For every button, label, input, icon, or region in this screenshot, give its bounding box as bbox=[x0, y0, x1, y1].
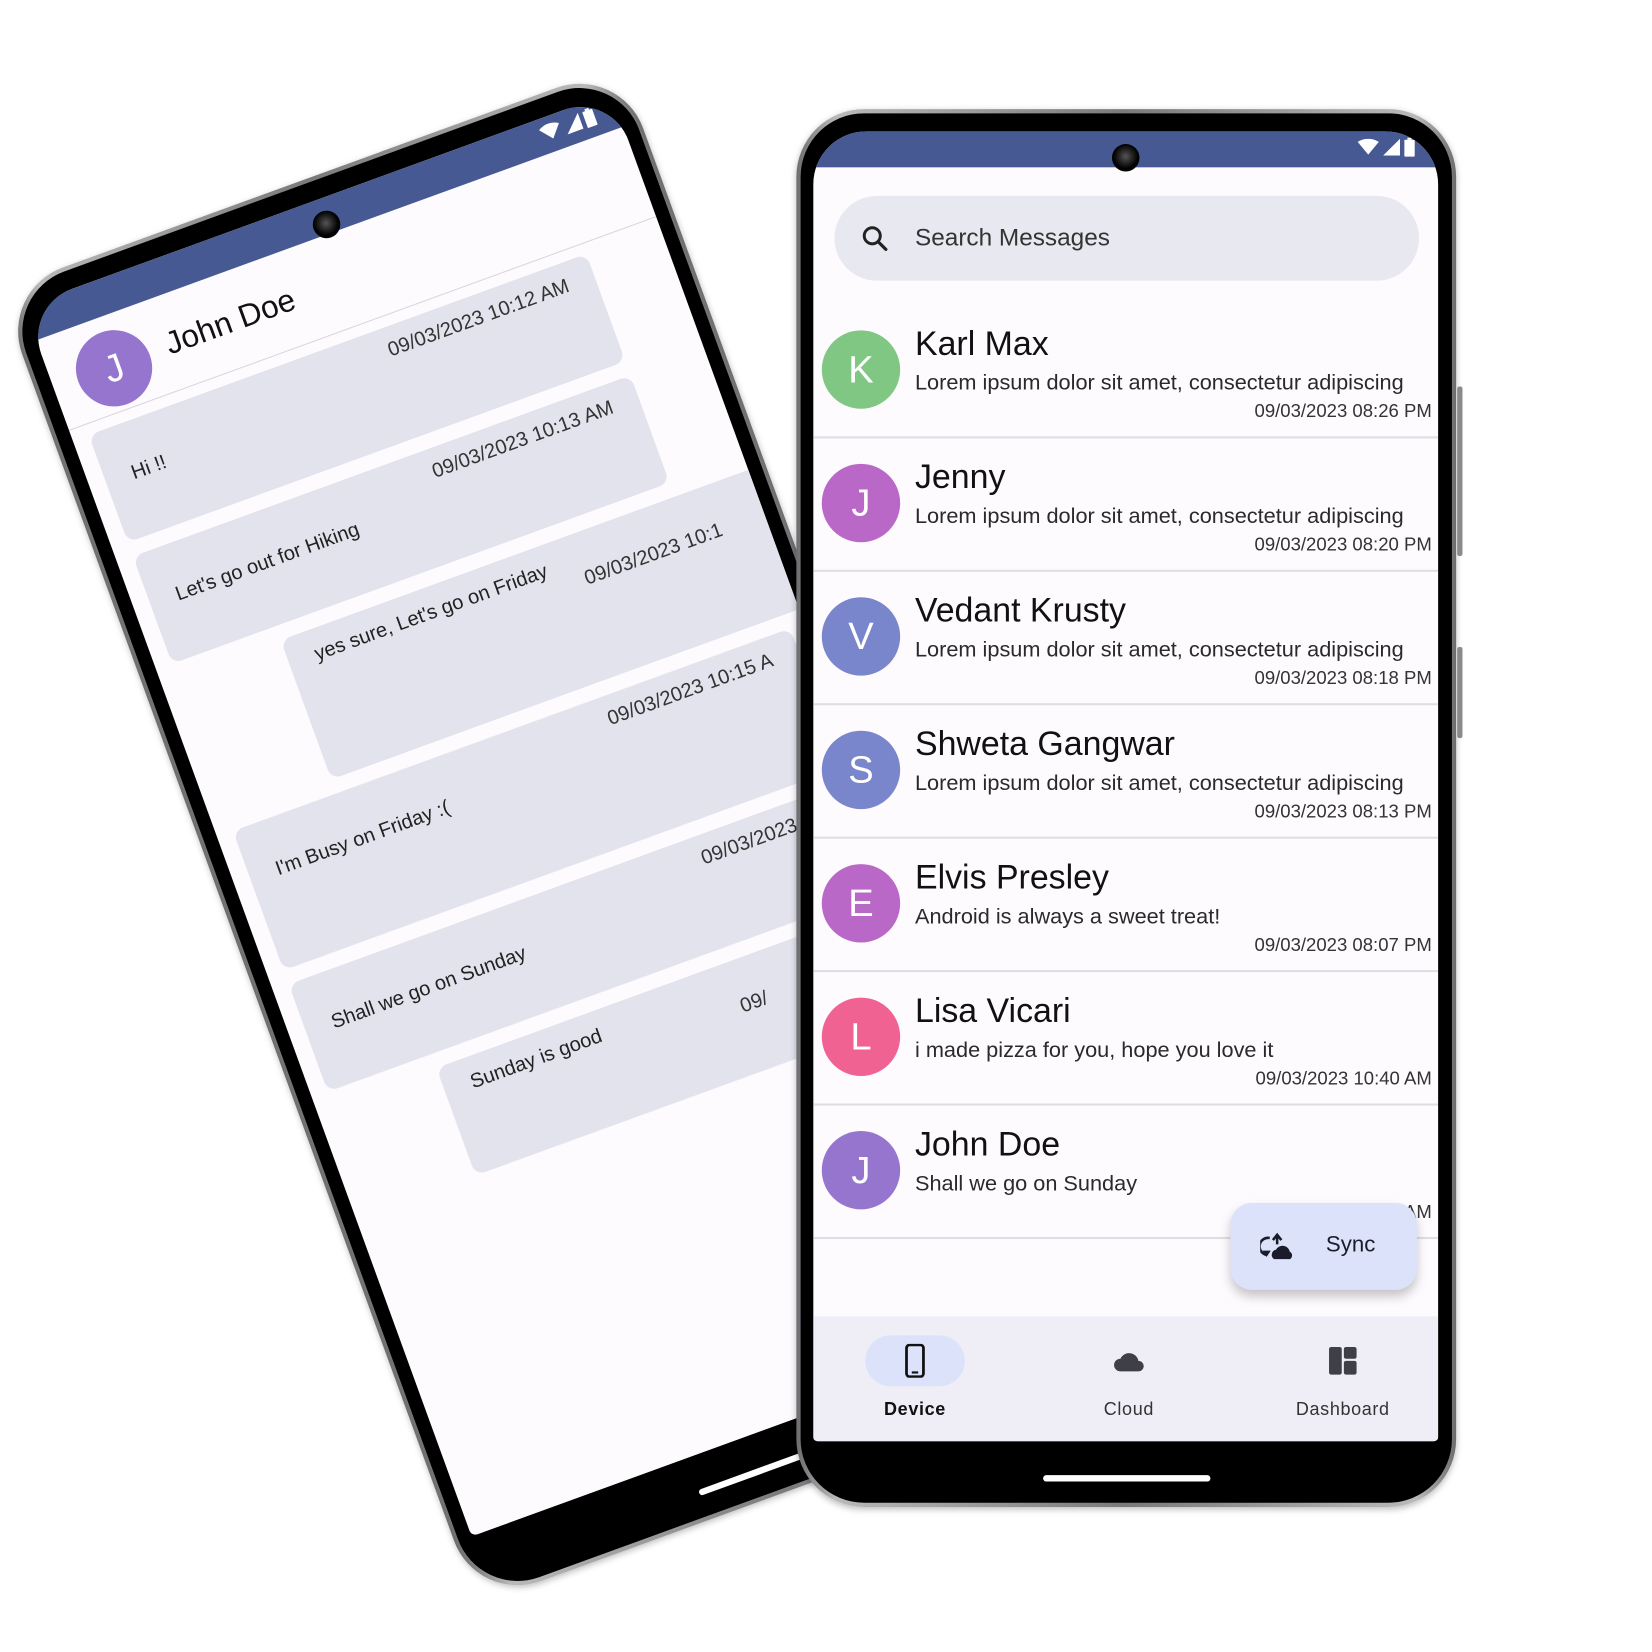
contact-name: Lisa Vicari bbox=[914, 991, 1071, 1030]
message-text: Let's go out for Hiking bbox=[172, 518, 363, 606]
conversation-item[interactable]: J Jenny Lorem ipsum dolor sit amet, cons… bbox=[813, 438, 1439, 572]
smartphone-icon bbox=[905, 1343, 925, 1378]
conversation-item[interactable]: E Elvis Presley Android is always a swee… bbox=[813, 839, 1439, 973]
conversation-list[interactable]: K Karl Max Lorem ipsum dolor sit amet, c… bbox=[813, 305, 1439, 1240]
contact-name: Jenny bbox=[914, 457, 1006, 496]
list-phone: Search Messages K Karl Max Lorem ipsum d… bbox=[796, 109, 1463, 1507]
message-preview: Lorem ipsum dolor sit amet, consectetur … bbox=[914, 504, 1404, 529]
nav-label: Dashboard bbox=[1295, 1398, 1390, 1420]
sync-label: Sync bbox=[1325, 1232, 1376, 1258]
search-input[interactable]: Search Messages bbox=[915, 223, 1110, 252]
avatar: S bbox=[821, 730, 901, 810]
message-time: 09/03/2023 08:07 PM bbox=[1254, 934, 1432, 956]
message-time: 09/03/2023 10:1 bbox=[581, 519, 726, 590]
battery-icon bbox=[582, 107, 598, 128]
avatar: J bbox=[821, 1131, 901, 1210]
conversation-item[interactable]: V Vedant Krusty Lorem ipsum dolor sit am… bbox=[813, 572, 1439, 706]
message-preview: Lorem ipsum dolor sit amet, consectetur … bbox=[914, 770, 1404, 796]
nav-cloud[interactable]: Cloud bbox=[1044, 1335, 1213, 1430]
system-icons bbox=[1357, 137, 1415, 157]
message-text: Hi !! bbox=[128, 451, 170, 485]
list-screen: Search Messages K Karl Max Lorem ipsum d… bbox=[813, 131, 1439, 1442]
bottom-navigation: Device Cloud Dashboard bbox=[813, 1316, 1439, 1442]
signal-icon bbox=[567, 112, 584, 135]
message-preview: i made pizza for you, hope you love it bbox=[914, 1037, 1274, 1063]
wifi-icon bbox=[539, 122, 559, 139]
nav-device[interactable]: Device bbox=[830, 1335, 999, 1430]
contact-name: Elvis Presley bbox=[914, 857, 1109, 896]
message-preview: Shall we go on Sunday bbox=[914, 1171, 1138, 1196]
battery-icon bbox=[1404, 137, 1415, 157]
conversation-item[interactable]: S Shweta Gangwar Lorem ipsum dolor sit a… bbox=[813, 705, 1439, 839]
contact-avatar[interactable]: J bbox=[65, 319, 163, 418]
signal-icon bbox=[1383, 138, 1400, 156]
power-button bbox=[1457, 647, 1463, 739]
avatar: L bbox=[821, 997, 901, 1076]
nav-label: Cloud bbox=[1103, 1398, 1154, 1420]
search-icon[interactable] bbox=[860, 223, 890, 253]
contact-name: John Doe bbox=[160, 282, 301, 362]
avatar: J bbox=[821, 463, 901, 543]
nav-dashboard[interactable]: Dashboard bbox=[1258, 1335, 1427, 1430]
conversation-item[interactable]: L Lisa Vicari i made pizza for you, hope… bbox=[813, 972, 1439, 1106]
message-text: I'm Busy on Friday :( bbox=[272, 796, 453, 881]
home-indicator[interactable] bbox=[1042, 1475, 1210, 1482]
message-time: 09/03/2023 08:20 PM bbox=[1254, 533, 1432, 555]
message-time: 09/03/2023 08:13 PM bbox=[1254, 800, 1432, 822]
cloud-icon bbox=[1114, 1353, 1144, 1372]
sync-button[interactable]: Sync bbox=[1230, 1203, 1417, 1290]
message-preview: Android is always a sweet treat! bbox=[914, 904, 1221, 929]
message-time: 09/03/2023 08:26 PM bbox=[1254, 400, 1432, 422]
message-time: 09/03/2023 08:18 PM bbox=[1254, 667, 1432, 689]
nav-label: Device bbox=[884, 1398, 946, 1420]
front-camera bbox=[1111, 144, 1140, 172]
contact-name: John Doe bbox=[914, 1124, 1061, 1163]
message-text: Sunday is good bbox=[467, 1025, 606, 1094]
message-time: 09/03/2023 10:40 AM bbox=[1255, 1067, 1432, 1089]
dashboard-icon bbox=[1329, 1347, 1357, 1375]
avatar: V bbox=[821, 597, 901, 676]
message-text: Shall we go on Sunday bbox=[328, 942, 530, 1034]
contact-name: Karl Max bbox=[914, 324, 1049, 363]
phone-bezel: Search Messages K Karl Max Lorem ipsum d… bbox=[800, 113, 1452, 1503]
message-time: 09/ bbox=[737, 987, 772, 1018]
volume-button bbox=[1457, 386, 1463, 556]
contact-name: Vedant Krusty bbox=[914, 590, 1126, 630]
cloud-sync-icon bbox=[1260, 1232, 1293, 1260]
message-preview: Lorem ipsum dolor sit amet, consectetur … bbox=[914, 370, 1404, 396]
search-bar[interactable]: Search Messages bbox=[834, 195, 1420, 281]
contact-name: Shweta Gangwar bbox=[914, 724, 1175, 763]
avatar: K bbox=[821, 330, 901, 409]
avatar: E bbox=[821, 864, 901, 943]
wifi-icon bbox=[1357, 138, 1379, 155]
conversation-item[interactable]: K Karl Max Lorem ipsum dolor sit amet, c… bbox=[813, 305, 1439, 439]
message-preview: Lorem ipsum dolor sit amet, consectetur … bbox=[914, 637, 1404, 662]
